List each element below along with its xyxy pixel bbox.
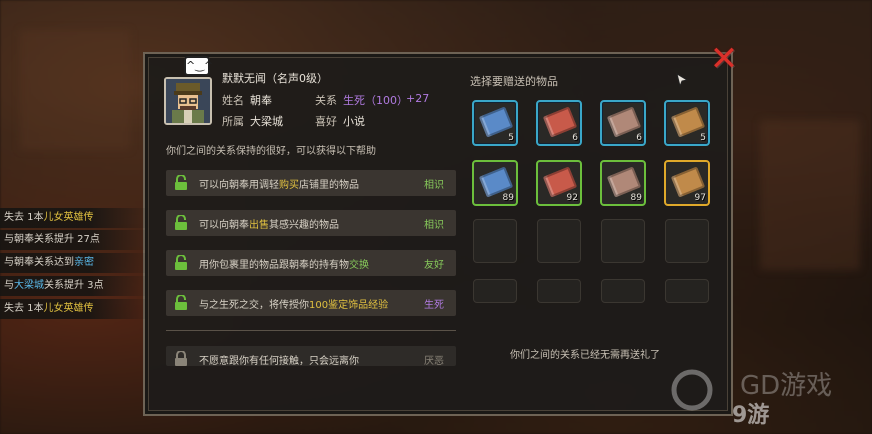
perk-text-highlight: 100鉴定饰品经验 [309, 300, 389, 311]
empty-gift-slot[interactable] [601, 219, 645, 263]
empty-gift-slot[interactable] [665, 219, 709, 263]
perk-text-highlight: 出售 [249, 220, 269, 231]
npc-name-label: 姓名 [222, 94, 244, 107]
perk-text-pre: 可以向朝奉用调轻 [199, 180, 279, 191]
item-count: 92 [566, 193, 578, 203]
perk-text: 用你包裹里的物品跟朝奉的持有物交换 [199, 256, 369, 271]
cursor-icon [676, 73, 688, 87]
log-text-pre: 与朝奉关系达到 [4, 257, 74, 268]
perk-row: 不愿意跟你有任何接触，只会远离你 厌恶 [166, 346, 456, 367]
perk-row: 可以向朝奉出售其感兴趣的物品 相识 [166, 210, 456, 236]
close-icon: ✕ [709, 39, 739, 79]
perk-tier: 厌恶 [424, 356, 444, 367]
perk-text: 不愿意跟你有任何接触，只会远离你 [199, 352, 359, 367]
event-log-entry: 失去 1本儿女英雄传 [0, 299, 150, 319]
perk-text-post: 其感兴趣的物品 [269, 220, 339, 231]
log-text-pre: 失去 1本 [4, 212, 44, 223]
npc-name: 朝奉 [250, 94, 272, 107]
npc-hobby: 小说 [343, 115, 365, 128]
perk-text-pre: 与之生死之交，将传授你 [199, 300, 309, 311]
gift-item-slot[interactable]: 5 [664, 100, 710, 146]
relation-description: 你们之间的关系保持的很好，可以获得以下帮助 [166, 146, 376, 157]
empty-gift-slot[interactable] [537, 279, 581, 303]
log-text-highlight: 儿女英雄传 [43, 212, 94, 223]
item-count: 5 [700, 133, 706, 143]
unlock-icon [175, 255, 187, 270]
perk-text-post: 店铺里的物品 [299, 180, 359, 191]
close-button[interactable]: ✕ [708, 42, 740, 76]
npc-hobby-label: 喜好 [315, 115, 337, 128]
gift-footer: 你们之间的关系已经无需再送礼了 [510, 350, 660, 361]
gift-item-slot[interactable]: 89 [472, 160, 518, 206]
log-text-highlight: 亲密 [74, 257, 94, 268]
item-count: 6 [636, 133, 642, 143]
empty-gift-slot[interactable] [537, 219, 581, 263]
perk-text: 可以向朝奉用调轻购买店铺里的物品 [199, 176, 359, 191]
unlock-icon [175, 295, 187, 310]
perk-text-highlight: 购买 [279, 180, 299, 191]
item-count: 89 [502, 193, 514, 203]
perk-tier: 相识 [424, 180, 444, 191]
perk-tier: 生死 [424, 300, 444, 311]
gift-item-slot[interactable]: 5 [472, 100, 518, 146]
npc-affiliation: 大梁城 [250, 115, 283, 128]
background-shelf [20, 30, 130, 150]
gift-item-slot[interactable]: 97 [664, 160, 710, 206]
log-text-pre: 与朝奉关系提升 27点 [4, 234, 100, 245]
background-wall [760, 120, 860, 270]
perk-text: 与之生死之交，将传授你100鉴定饰品经验 [199, 296, 388, 311]
log-text-highlight: 儿女英雄传 [43, 303, 94, 314]
unlock-icon [175, 215, 187, 230]
npc-affiliation-label: 所属 [222, 115, 244, 128]
log-text-highlight: 大梁城 [14, 280, 44, 291]
perk-text-highlight: 交换 [349, 260, 369, 271]
gift-item-slot[interactable]: 89 [600, 160, 646, 206]
watermark-brand: GD游戏 [740, 371, 832, 401]
perk-text-pre: 不愿意跟你有任何接触，只会远离你 [199, 356, 359, 367]
item-count: 6 [572, 133, 578, 143]
emote-bubble-icon: ^‿^ [184, 56, 213, 76]
event-log-entry: 与朝奉关系提升 27点 [0, 230, 150, 250]
empty-gift-slot[interactable] [601, 279, 645, 303]
gift-item-slot[interactable]: 6 [536, 100, 582, 146]
item-count: 5 [508, 133, 514, 143]
perk-divider [166, 330, 456, 331]
event-log-entry: 失去 1本儿女英雄传 [0, 208, 150, 228]
empty-gift-slot[interactable] [473, 219, 517, 263]
site-watermark-logo: GD游戏 9游 [671, 369, 832, 428]
npc-portrait [164, 77, 212, 125]
perk-row: 可以向朝奉用调轻购买店铺里的物品 相识 [166, 170, 456, 196]
gift-header: 选择要赠送的物品 [470, 75, 558, 88]
perk-text-pre: 用你包裹里的物品跟朝奉的持有物 [199, 260, 349, 271]
empty-gift-slot[interactable] [473, 279, 517, 303]
item-count: 97 [694, 193, 706, 203]
log-text-post: 关系提升 3点 [44, 280, 104, 291]
gift-item-slot[interactable]: 92 [536, 160, 582, 206]
event-log-entry: 与朝奉关系达到亲密 [0, 253, 150, 273]
perk-text: 可以向朝奉出售其感兴趣的物品 [199, 216, 339, 231]
watermark-text: 9游 [732, 402, 769, 428]
npc-fame-title: 默默无闻（名声0级） [222, 72, 328, 85]
lock-icon [175, 351, 187, 366]
perk-tier: 友好 [424, 260, 444, 271]
log-text-pre: 与 [4, 280, 14, 291]
perk-row: 与之生死之交，将传授你100鉴定饰品经验 生死 [166, 290, 456, 316]
item-count: 89 [630, 193, 642, 203]
gift-item-slot[interactable]: 6 [600, 100, 646, 146]
perk-tier: 相识 [424, 220, 444, 231]
npc-relation-value: 生死（100） [343, 94, 408, 107]
empty-gift-slot[interactable] [665, 279, 709, 303]
unlock-icon [175, 175, 187, 190]
event-log-entry: 与大梁城关系提升 3点 [0, 276, 150, 296]
npc-relation-delta: +27 [406, 92, 430, 105]
npc-relation-label: 关系 [315, 94, 337, 107]
perk-text-pre: 可以向朝奉 [199, 220, 249, 231]
npc-avatar-icon [166, 79, 210, 123]
log-text-pre: 失去 1本 [4, 303, 44, 314]
perk-row: 用你包裹里的物品跟朝奉的持有物交换 友好 [166, 250, 456, 276]
